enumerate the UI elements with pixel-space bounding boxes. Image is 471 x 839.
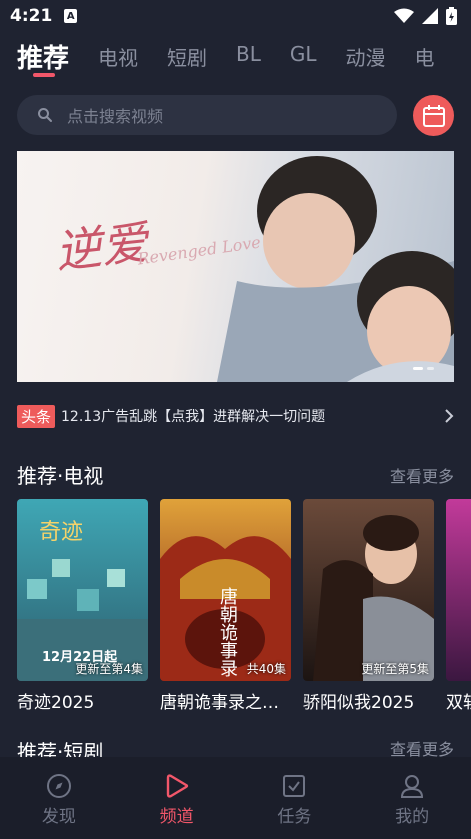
nav-mine[interactable]: 我的 (353, 757, 471, 839)
system-icons (394, 7, 457, 25)
episode-badge: 共40集 (246, 662, 286, 676)
video-poster: 唐朝诡事录 共40集 (160, 499, 291, 681)
search-icon (38, 108, 52, 122)
tab-movie[interactable]: 电 (415, 32, 435, 71)
video-card[interactable]: 双轨 (446, 499, 471, 713)
headline-tag: 头条 (17, 404, 56, 428)
tab-anime[interactable]: 动漫 (346, 32, 386, 71)
category-tabs: 推荐 电视 短剧 BL GL 动漫 电 (0, 32, 471, 84)
tab-bl[interactable]: BL (236, 32, 261, 66)
video-title: 骄阳似我2025 (303, 693, 415, 713)
video-card[interactable]: 唐朝诡事录 共40集 唐朝诡事录之… (160, 499, 291, 713)
search-input[interactable]: 点击搜索视频 (17, 95, 397, 135)
carousel-dot (427, 367, 434, 370)
tab-recommend[interactable]: 推荐 (17, 32, 69, 77)
video-title: 双轨 (446, 693, 471, 713)
calendar-button[interactable] (413, 95, 454, 136)
tab-short-drama[interactable]: 短剧 (167, 32, 207, 71)
poster-caption: 唐朝诡事录 (217, 587, 238, 677)
status-bar: 4:21 A (0, 0, 471, 32)
poster-caption: 12月22日起 (42, 650, 118, 665)
wifi-icon (394, 8, 414, 23)
view-more-link[interactable]: 查看更多 (390, 463, 454, 487)
carousel-dot (413, 367, 423, 370)
tab-gl[interactable]: GL (290, 32, 317, 66)
checkbox-icon (283, 775, 306, 797)
notification-badge: A (64, 9, 78, 23)
user-icon (401, 775, 424, 798)
search-placeholder: 点击搜索视频 (67, 107, 164, 126)
section-header-tv: 推荐·电视 查看更多 (17, 460, 454, 489)
video-title: 唐朝诡事录之… (160, 693, 279, 713)
play-icon (166, 774, 188, 798)
nav-label: 任务 (277, 807, 312, 827)
chevron-right-icon (445, 409, 454, 423)
video-title: 奇迹2025 (17, 693, 95, 713)
svg-text:奇迹: 奇迹 (39, 520, 83, 545)
compass-icon (46, 774, 71, 798)
nav-discover[interactable]: 发现 (0, 757, 118, 839)
banner-carousel[interactable]: 逆爱 Revenged Love (17, 151, 454, 382)
video-poster: 奇迹 更新至第4集 12月22日起 (17, 499, 148, 681)
section-title: 推荐·电视 (17, 464, 104, 488)
video-poster (446, 499, 471, 681)
video-card[interactable]: 更新至第5集 骄阳似我2025 (303, 499, 434, 713)
nav-label: 我的 (395, 807, 430, 827)
video-card[interactable]: 奇迹 更新至第4集 12月22日起 奇迹2025 (17, 499, 148, 713)
video-poster: 更新至第5集 (303, 499, 434, 681)
headline-notice[interactable]: 头条 12.13广告乱跳【点我】进群解决一切问题 (17, 404, 454, 428)
battery-icon (446, 7, 457, 25)
nav-label: 频道 (159, 807, 194, 827)
status-time: 4:21 (10, 6, 53, 26)
banner-title-art: 逆爱 (52, 215, 150, 279)
tab-tv[interactable]: 电视 (98, 32, 138, 71)
carousel-indicator (413, 367, 434, 370)
tv-card-row: 奇迹 更新至第4集 12月22日起 奇迹2025 唐朝诡事录 共40集 唐朝诡事… (17, 499, 471, 719)
nav-tasks[interactable]: 任务 (236, 757, 354, 839)
headline-text: 12.13广告乱跳【点我】进群解决一切问题 (61, 409, 326, 425)
bottom-navigation: 发现 频道 任务 我的 (0, 757, 471, 839)
poster-art (313, 515, 434, 681)
signal-icon (422, 8, 438, 24)
calendar-icon (422, 104, 445, 127)
nav-channel[interactable]: 频道 (118, 757, 236, 839)
episode-badge: 更新至第5集 (361, 662, 429, 676)
nav-label: 发现 (41, 807, 76, 827)
